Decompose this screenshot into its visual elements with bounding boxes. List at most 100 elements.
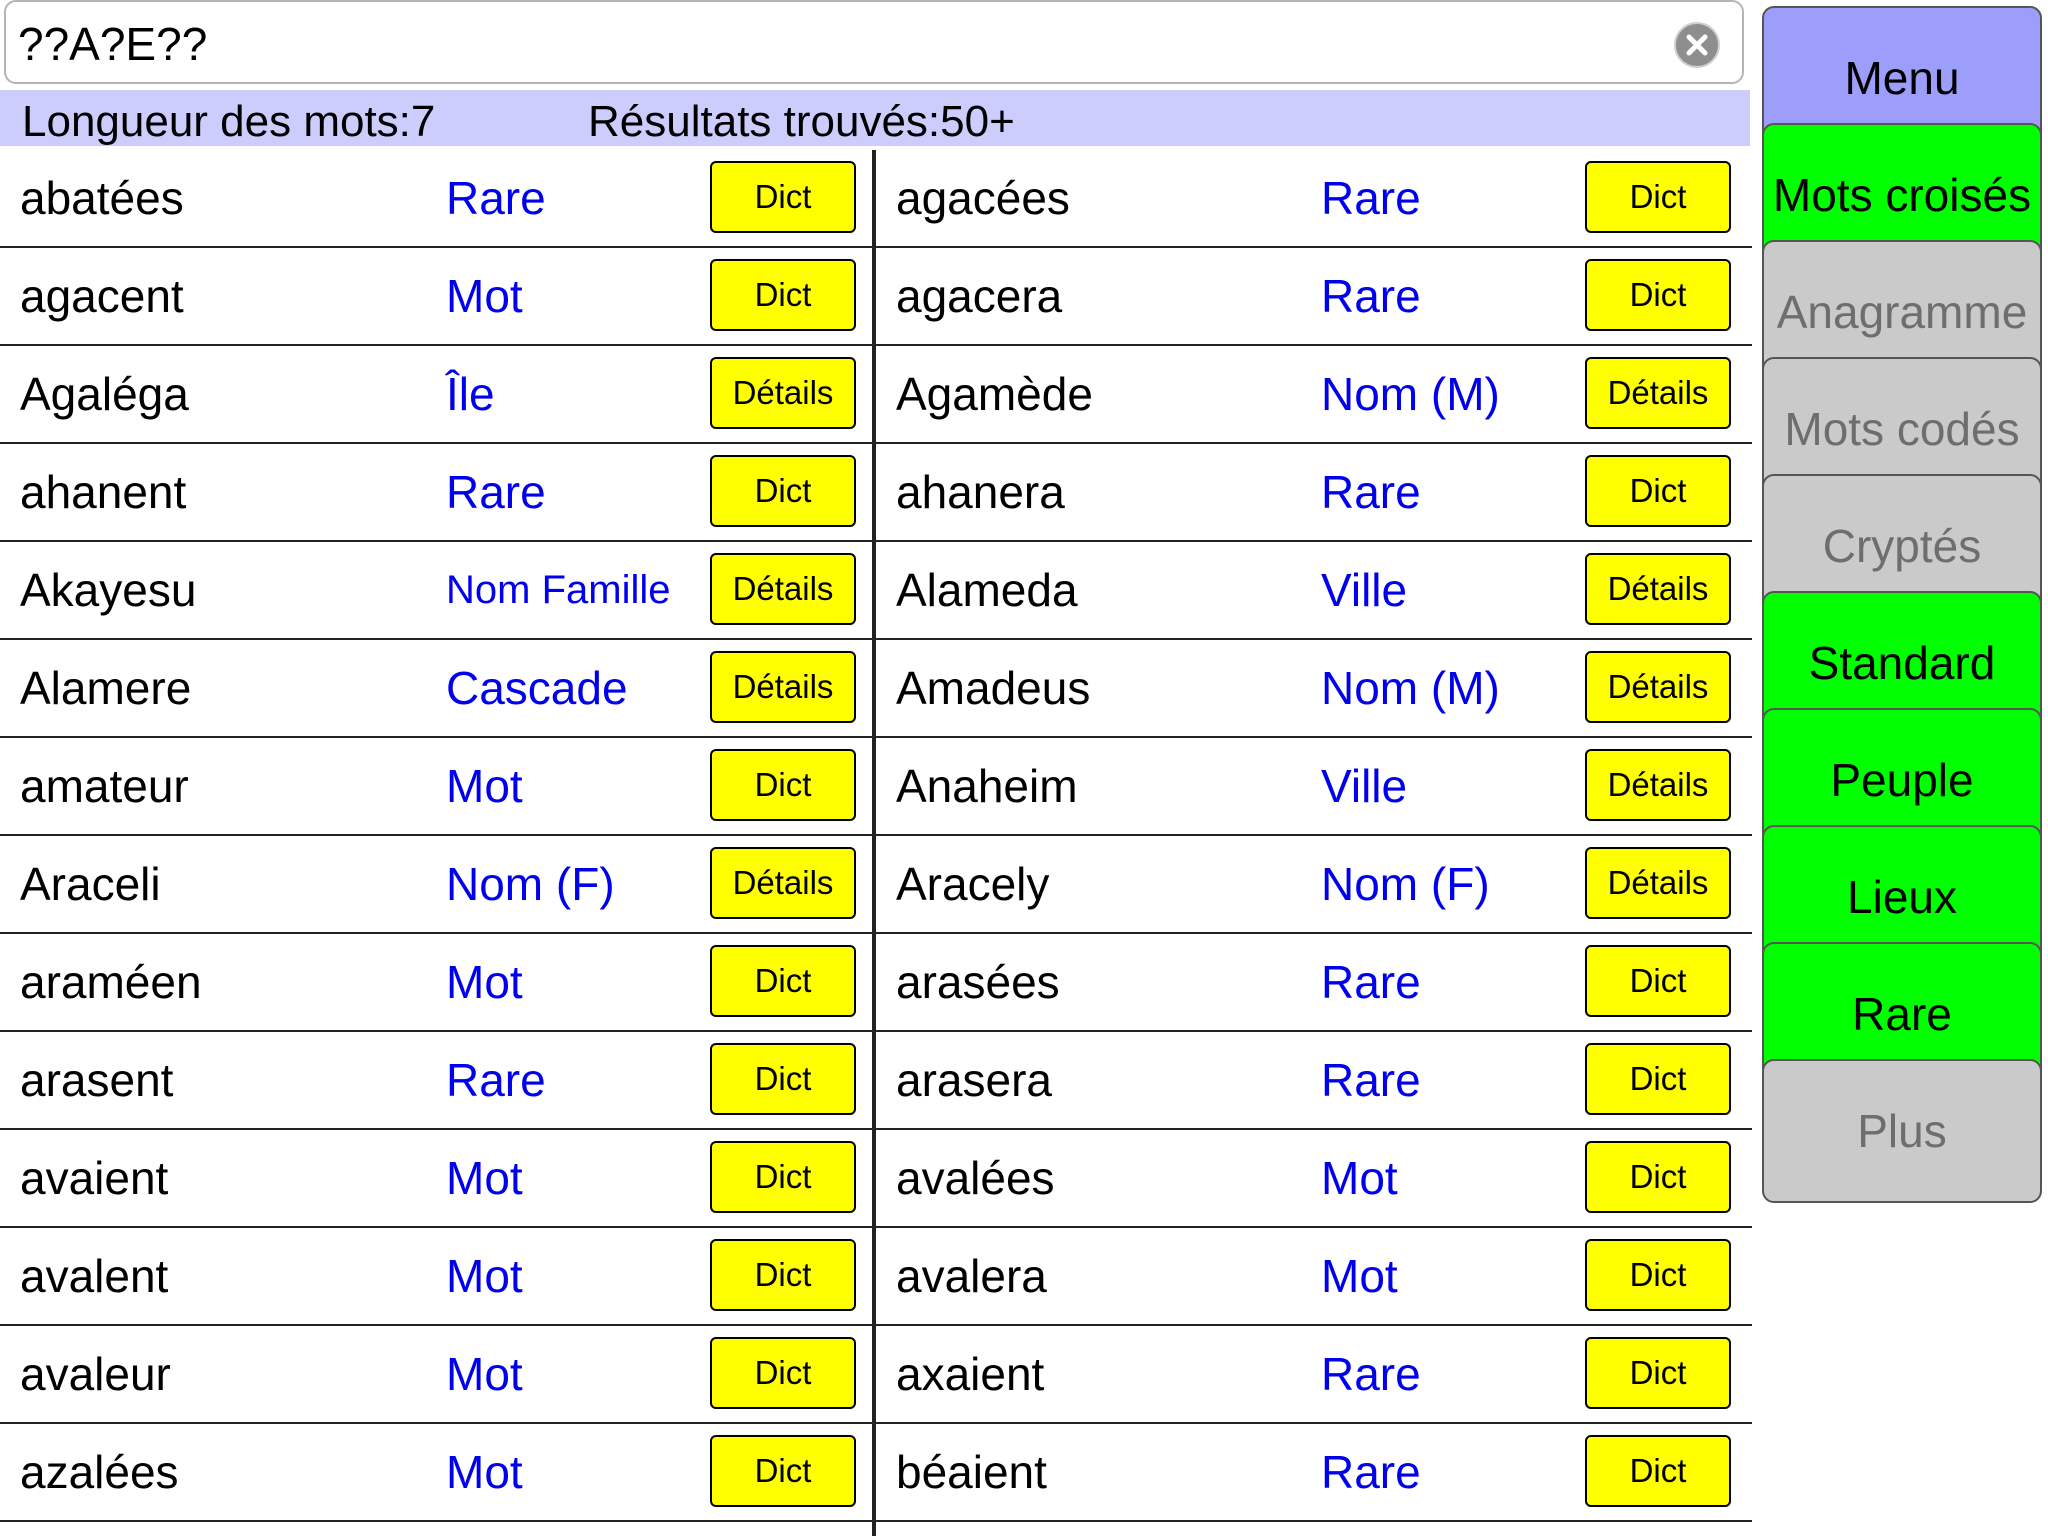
result-word: Araceli bbox=[20, 858, 161, 910]
result-item[interactable]: Amadeus Nom (M) Détails bbox=[876, 640, 1752, 736]
result-item[interactable]: axaient Rare Dict bbox=[876, 1326, 1752, 1422]
result-item[interactable]: avaleur Mot Dict bbox=[0, 1326, 872, 1422]
result-row: arasent Rare Dict arasera Rare Dict bbox=[0, 1032, 1752, 1130]
dict-button[interactable]: Dict bbox=[710, 259, 856, 331]
result-category: Nom (M) bbox=[1321, 368, 1500, 420]
dict-button[interactable]: Dict bbox=[710, 1337, 856, 1409]
result-item[interactable]: arasent Rare Dict bbox=[0, 1032, 872, 1128]
dict-button[interactable]: Dict bbox=[1585, 1239, 1731, 1311]
result-word: avaient bbox=[20, 1152, 169, 1204]
dict-button[interactable]: Dict bbox=[710, 455, 856, 527]
word-length-label: Longueur des mots:7 bbox=[22, 97, 436, 146]
result-item[interactable]: Alamere Cascade Détails bbox=[0, 640, 872, 736]
dict-button[interactable]: Dict bbox=[710, 1435, 856, 1507]
dict-button[interactable]: Dict bbox=[710, 945, 856, 1017]
result-item[interactable]: Araceli Nom (F) Détails bbox=[0, 836, 872, 932]
result-word: arasées bbox=[896, 956, 1060, 1008]
result-item[interactable]: ahanent Rare Dict bbox=[0, 444, 872, 540]
result-item[interactable]: Agamède Nom (M) Détails bbox=[876, 346, 1752, 442]
result-word: agacées bbox=[896, 172, 1070, 224]
results-list[interactable]: abatées Rare Dict agacées Rare Dict agacent Mot… bbox=[0, 150, 1752, 1536]
clear-search-button[interactable] bbox=[1674, 22, 1720, 68]
details-button[interactable]: Détails bbox=[1585, 553, 1731, 625]
result-category: Nom (F) bbox=[446, 858, 615, 910]
dict-button[interactable]: Dict bbox=[1585, 259, 1731, 331]
result-category: Ville bbox=[1321, 760, 1408, 812]
plus-button[interactable]: Plus bbox=[1762, 1059, 2042, 1203]
result-word: Alamere bbox=[20, 662, 192, 714]
result-category: Mot bbox=[1321, 1152, 1398, 1204]
result-item[interactable]: araméen Mot Dict bbox=[0, 934, 872, 1030]
result-word: Agamède bbox=[896, 368, 1093, 420]
result-item[interactable]: ahanera Rare Dict bbox=[876, 444, 1752, 540]
dict-button[interactable]: Dict bbox=[710, 749, 856, 821]
pattern-search-input[interactable] bbox=[18, 12, 1658, 76]
dict-button[interactable]: Dict bbox=[710, 1141, 856, 1213]
result-word: axaient bbox=[896, 1348, 1045, 1400]
result-category: Nom (F) bbox=[1321, 858, 1490, 910]
dict-button[interactable]: Dict bbox=[1585, 1337, 1731, 1409]
search-box[interactable] bbox=[4, 0, 1744, 84]
details-button[interactable]: Détails bbox=[710, 553, 856, 625]
result-row: avaleur Mot Dict axaient Rare Dict bbox=[0, 1326, 1752, 1424]
dict-button[interactable]: Dict bbox=[1585, 1141, 1731, 1213]
details-button[interactable]: Détails bbox=[1585, 847, 1731, 919]
result-row: Araceli Nom (F) Détails Aracely Nom (F) Détai… bbox=[0, 836, 1752, 934]
app-window: Longueur des mots:7 Résultats trouvés:50… bbox=[0, 0, 2048, 1536]
details-button[interactable]: Détails bbox=[710, 847, 856, 919]
result-item[interactable]: béaient Rare Dict bbox=[876, 1424, 1752, 1520]
result-item[interactable]: amateur Mot Dict bbox=[0, 738, 872, 834]
result-category: Rare bbox=[1321, 270, 1421, 322]
result-word: abatées bbox=[20, 172, 184, 224]
result-item[interactable]: Akayesu Nom Famille Détails bbox=[0, 542, 872, 638]
result-item[interactable]: avalent Mot Dict bbox=[0, 1228, 872, 1324]
dict-button[interactable]: Dict bbox=[1585, 945, 1731, 1017]
result-category: Rare bbox=[1321, 1446, 1421, 1498]
result-item[interactable]: Aracely Nom (F) Détails bbox=[876, 836, 1752, 932]
result-item[interactable]: agacent Mot Dict bbox=[0, 248, 872, 344]
result-item[interactable]: agacera Rare Dict bbox=[876, 248, 1752, 344]
result-item[interactable]: avaient Mot Dict bbox=[0, 1130, 872, 1226]
details-button[interactable]: Détails bbox=[1585, 357, 1731, 429]
details-button[interactable]: Détails bbox=[710, 357, 856, 429]
result-item[interactable]: agacées Rare Dict bbox=[876, 150, 1752, 246]
dict-button[interactable]: Dict bbox=[1585, 1435, 1731, 1507]
column-divider bbox=[872, 150, 876, 1536]
dict-button[interactable]: Dict bbox=[1585, 455, 1731, 527]
close-icon bbox=[1686, 34, 1708, 56]
result-category: Île bbox=[446, 368, 495, 420]
result-item[interactable]: arasera Rare Dict bbox=[876, 1032, 1752, 1128]
result-item[interactable]: Agaléga Île Détails bbox=[0, 346, 872, 442]
result-category: Mot bbox=[446, 1348, 523, 1400]
result-row: Agaléga Île Détails Agamède Nom (M) Détails bbox=[0, 346, 1752, 444]
result-row: ahanent Rare Dict ahanera Rare Dict bbox=[0, 444, 1752, 542]
details-button[interactable]: Détails bbox=[710, 651, 856, 723]
result-item[interactable]: Alameda Ville Détails bbox=[876, 542, 1752, 638]
result-item[interactable]: abatées Rare Dict bbox=[0, 150, 872, 246]
result-word: Anaheim bbox=[896, 760, 1078, 812]
dict-button[interactable]: Dict bbox=[1585, 161, 1731, 233]
result-word: avalent bbox=[20, 1250, 169, 1302]
result-row: avaient Mot Dict avalées Mot Dict bbox=[0, 1130, 1752, 1228]
result-item[interactable]: Anaheim Ville Détails bbox=[876, 738, 1752, 834]
dict-button[interactable]: Dict bbox=[1585, 1043, 1731, 1115]
result-item[interactable]: avalera Mot Dict bbox=[876, 1228, 1752, 1324]
result-item[interactable]: avalées Mot Dict bbox=[876, 1130, 1752, 1226]
details-button[interactable]: Détails bbox=[1585, 749, 1731, 821]
result-category: Mot bbox=[446, 1446, 523, 1498]
result-word: amateur bbox=[20, 760, 189, 812]
result-row: Akayesu Nom Famille Détails Alameda Ville Dét… bbox=[0, 542, 1752, 640]
dict-button[interactable]: Dict bbox=[710, 1043, 856, 1115]
result-word: avaleur bbox=[20, 1348, 171, 1400]
result-row: avalent Mot Dict avalera Mot Dict bbox=[0, 1228, 1752, 1326]
dict-button[interactable]: Dict bbox=[710, 161, 856, 233]
result-word: araméen bbox=[20, 956, 202, 1008]
result-category: Mot bbox=[446, 760, 523, 812]
details-button[interactable]: Détails bbox=[1585, 651, 1731, 723]
dict-button[interactable]: Dict bbox=[710, 1239, 856, 1311]
result-word: Akayesu bbox=[20, 564, 197, 616]
result-category: Nom (M) bbox=[1321, 662, 1500, 714]
result-item[interactable]: arasées Rare Dict bbox=[876, 934, 1752, 1030]
result-word: Amadeus bbox=[896, 662, 1091, 714]
result-item[interactable]: azalées Mot Dict bbox=[0, 1424, 872, 1520]
